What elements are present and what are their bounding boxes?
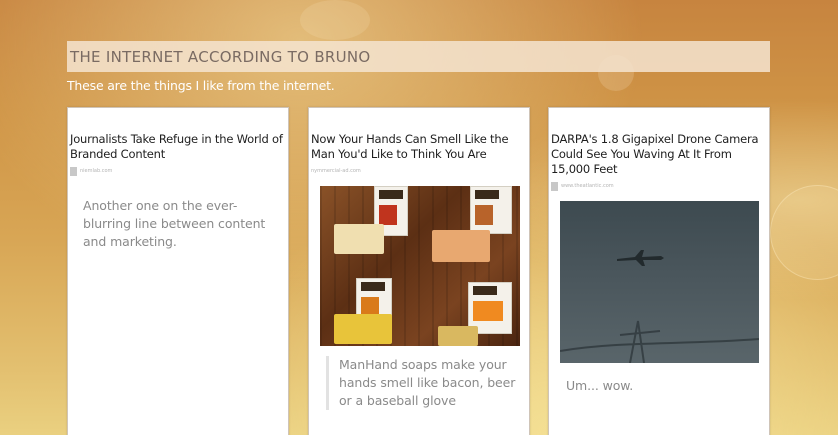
post-title-link[interactable]: Journalists Take Refuge in the World of … <box>70 132 286 162</box>
manhands-soap-photo[interactable] <box>320 186 520 346</box>
post-comment: Um... wow. <box>566 378 634 393</box>
post-comment: ManHand soaps make your hands smell like… <box>326 356 519 410</box>
source-favicon-icon <box>70 166 77 176</box>
post-card[interactable]: Now Your Hands Can Smell Like the Man Yo… <box>308 107 530 435</box>
bokeh-light-decoration <box>300 0 370 40</box>
post-title-link[interactable]: Now Your Hands Can Smell Like the Man Yo… <box>311 132 527 162</box>
post-source-label: www.theatlantic.com <box>561 183 614 189</box>
source-favicon-icon <box>551 181 558 191</box>
bokeh-light-decoration <box>770 185 838 280</box>
soap-bar <box>334 224 384 254</box>
post-source-label: niemlab.com <box>80 168 113 174</box>
site-tagline: These are the things I like from the int… <box>67 78 335 93</box>
soap-bar <box>334 314 392 344</box>
drone-plane-photo[interactable] <box>560 201 759 363</box>
plane-silhouette <box>617 250 664 266</box>
post-comment: Another one on the ever-blurring line be… <box>83 198 266 249</box>
post-card[interactable]: DARPA's 1.8 Gigapixel Drone Camera Could… <box>548 107 770 435</box>
soap-bar <box>432 230 490 262</box>
post-card[interactable]: Journalists Take Refuge in the World of … <box>67 107 289 435</box>
soap-bar <box>438 326 478 346</box>
post-source-label: nymmercial-ad.com <box>311 168 361 174</box>
post-source[interactable]: niemlab.com <box>70 165 286 177</box>
post-source[interactable]: www.theatlantic.com <box>551 180 767 192</box>
post-source[interactable]: nymmercial-ad.com <box>311 165 527 177</box>
site-title-link[interactable]: THE INTERNET ACCORDING TO BRUNO <box>70 48 371 66</box>
site-header: THE INTERNET ACCORDING TO BRUNO <box>67 41 770 72</box>
soap-box <box>470 186 512 234</box>
power-line-silhouette <box>560 320 759 363</box>
post-title-link[interactable]: DARPA's 1.8 Gigapixel Drone Camera Could… <box>551 132 767 177</box>
